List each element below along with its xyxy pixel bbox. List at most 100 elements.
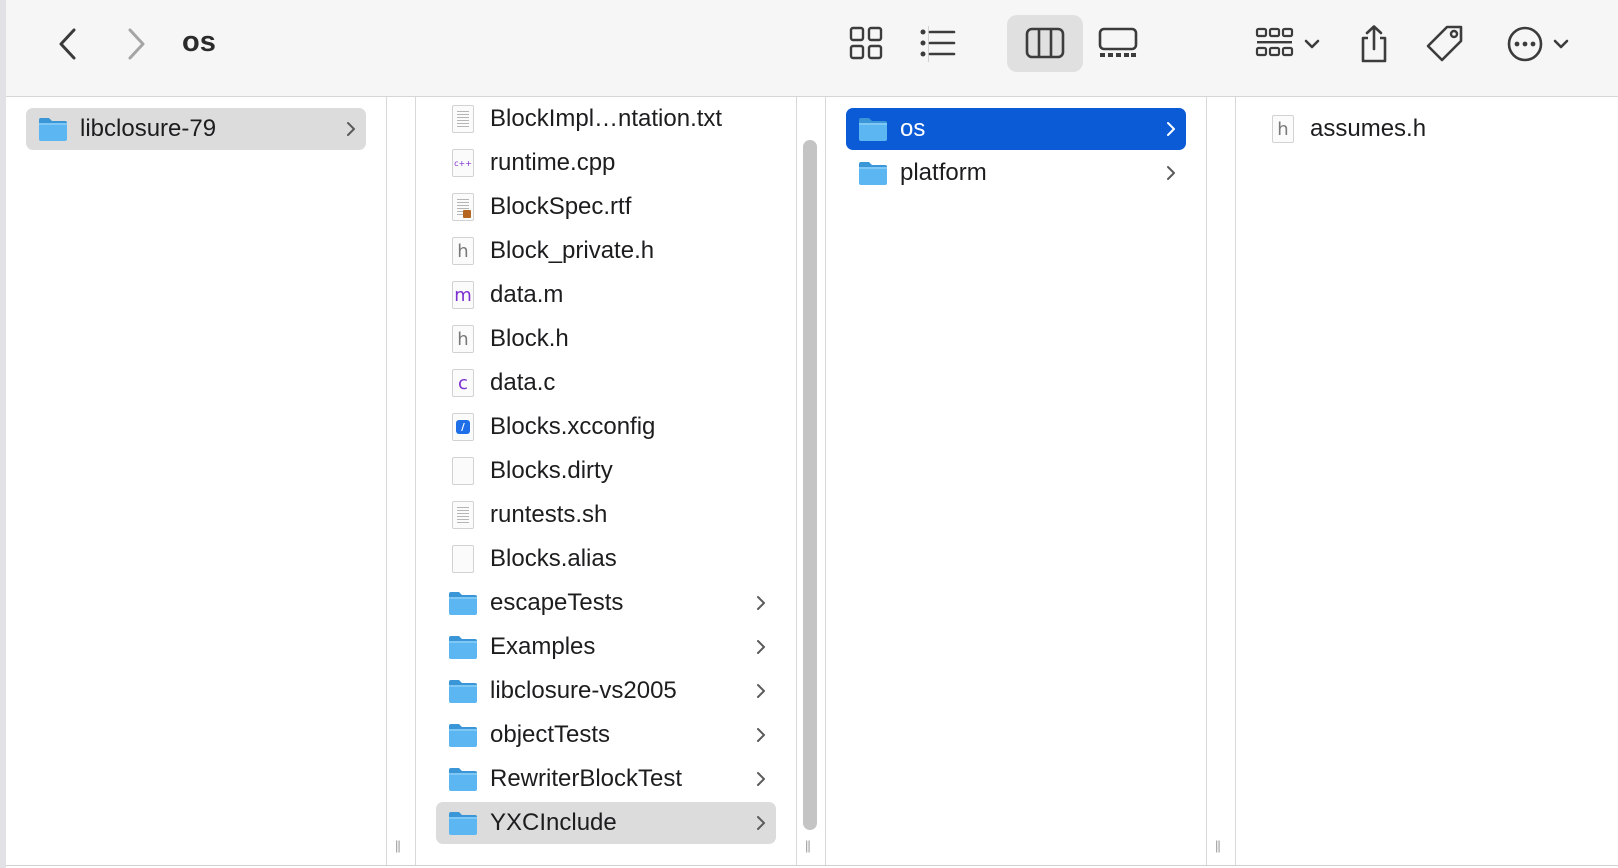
group-button[interactable] [1250, 22, 1326, 66]
row-icon: c [448, 368, 478, 398]
window-title: os [182, 26, 216, 58]
row-label: escapeTests [490, 589, 624, 616]
chevron-down-icon [1304, 39, 1320, 49]
file-row[interactable]: h Block_private.h [436, 230, 776, 272]
row-icon: h [448, 324, 478, 354]
row-icon: c++ [448, 148, 478, 178]
file-row[interactable]: Blocks.dirty [436, 450, 776, 492]
row-label: runtime.cpp [490, 149, 616, 176]
row-icon [448, 456, 478, 486]
chevron-right-icon [128, 28, 145, 60]
forward-button[interactable] [114, 22, 158, 66]
folder-icon [449, 680, 477, 703]
chevron-right-icon [1167, 122, 1175, 136]
expand-chevron [1162, 121, 1180, 137]
column-scrollbar[interactable] [803, 140, 817, 830]
file-row[interactable]: m data.m [436, 274, 776, 316]
row-label: assumes.h [1310, 115, 1427, 142]
row-label: BlockImpl…ntation.txt [490, 105, 723, 132]
text-document-icon [452, 501, 474, 529]
more-icon [1507, 26, 1543, 62]
column-divider [796, 97, 797, 865]
folder-row[interactable]: libclosure-79 [26, 108, 366, 150]
chevron-down-icon [1553, 39, 1569, 49]
folder-row[interactable]: escapeTests [436, 582, 776, 624]
window-edge [0, 0, 6, 868]
cpp-file-icon: c++ [452, 149, 474, 177]
folder-row[interactable]: Examples [436, 626, 776, 668]
objc-file-icon: m [452, 281, 474, 309]
row-icon: h [1268, 114, 1298, 144]
row-label: objectTests [490, 721, 611, 748]
row-label: os [900, 115, 926, 142]
column-resize-handle[interactable]: || [805, 838, 811, 854]
folder-row[interactable]: objectTests [436, 714, 776, 756]
chevron-right-icon [757, 816, 765, 830]
column-resize-handle[interactable]: || [1215, 838, 1221, 854]
gallery-view-button[interactable] [1092, 20, 1144, 66]
toolbar: os [6, 0, 1618, 97]
group-icon [1255, 27, 1294, 57]
icon-view-icon [849, 26, 883, 60]
header-file-icon: h [1272, 115, 1294, 143]
folder-row[interactable]: YXCInclude [436, 802, 776, 844]
document-icon [452, 457, 474, 485]
expand-chevron [752, 595, 770, 611]
back-button[interactable] [46, 22, 90, 66]
column-divider [1235, 97, 1236, 865]
row-label: YXCInclude [490, 809, 617, 836]
file-row[interactable]: BlockSpec.rtf [436, 186, 776, 228]
file-row[interactable]: / Blocks.xcconfig [436, 406, 776, 448]
folder-row[interactable]: RewriterBlockTest [436, 758, 776, 800]
row-icon [858, 114, 888, 144]
column-divider [1206, 97, 1207, 865]
row-label: data.c [490, 369, 556, 396]
file-row[interactable]: h Block.h [436, 318, 776, 360]
folder-icon [449, 592, 477, 615]
tag-icon [1426, 25, 1463, 62]
folder-icon [449, 812, 477, 835]
row-label: BlockSpec.rtf [490, 193, 632, 220]
row-label: Blocks.alias [490, 545, 617, 572]
gallery-view-icon [1098, 27, 1138, 57]
row-icon [448, 632, 478, 662]
folder-row[interactable]: platform [846, 152, 1186, 194]
folder-row[interactable]: libclosure-vs2005 [436, 670, 776, 712]
text-document-icon [452, 105, 474, 133]
row-label: RewriterBlockTest [490, 765, 683, 792]
list-view-button[interactable] [912, 20, 964, 66]
row-icon: h [448, 236, 478, 266]
more-button[interactable] [1498, 20, 1578, 68]
chevron-right-icon [757, 728, 765, 742]
file-row[interactable]: Blocks.alias [436, 538, 776, 580]
file-row[interactable]: c++ runtime.cpp [436, 142, 776, 184]
row-icon [448, 104, 478, 134]
share-icon [1361, 25, 1387, 63]
c-file-icon: c [452, 369, 474, 397]
tag-button[interactable] [1422, 20, 1468, 68]
file-row[interactable]: BlockImpl…ntation.txt [436, 98, 776, 140]
folder-icon [449, 724, 477, 747]
folder-icon [449, 768, 477, 791]
row-icon: / [448, 412, 478, 442]
row-icon [448, 500, 478, 530]
share-button[interactable] [1352, 20, 1396, 68]
column-resize-handle[interactable]: || [395, 838, 401, 854]
icon-view-button[interactable] [840, 20, 892, 66]
folder-icon [859, 162, 887, 185]
row-label: platform [900, 159, 987, 186]
row-label: Block_private.h [490, 237, 655, 264]
row-icon [448, 764, 478, 794]
folder-row[interactable]: os [846, 108, 1186, 150]
file-row[interactable]: h assumes.h [1256, 108, 1596, 150]
chevron-right-icon [757, 772, 765, 786]
expand-chevron [752, 771, 770, 787]
row-label: Blocks.dirty [490, 457, 613, 484]
file-row[interactable]: c data.c [436, 362, 776, 404]
row-label: Blocks.xcconfig [490, 413, 656, 440]
header-file-icon: h [452, 237, 474, 265]
expand-chevron [752, 815, 770, 831]
file-row[interactable]: runtests.sh [436, 494, 776, 536]
column-divider [386, 97, 387, 865]
column-divider [825, 97, 826, 865]
